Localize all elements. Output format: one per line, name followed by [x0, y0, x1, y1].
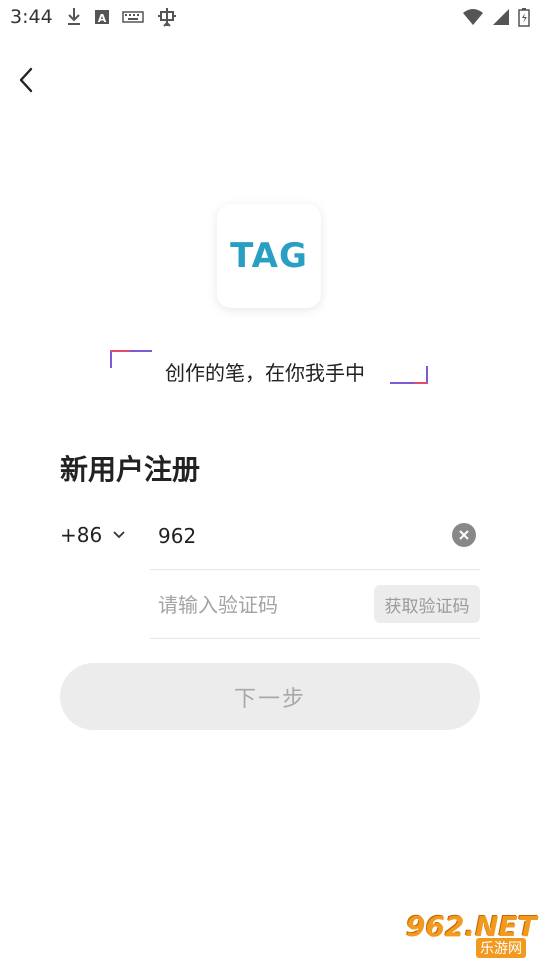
phone-field — [150, 505, 480, 570]
page-title: 新用户注册 — [60, 453, 201, 486]
decorative-bracket-bottom-right — [390, 366, 428, 384]
slogan-block: 创作的笔，在你我手中 — [110, 348, 430, 388]
status-time: 3:44 — [10, 6, 53, 28]
status-bar: 3:44 A — [0, 0, 540, 38]
back-button[interactable] — [10, 62, 42, 98]
signal-icon — [492, 8, 510, 30]
slogan-text: 创作的笔，在你我手中 — [165, 361, 365, 385]
battery-icon — [518, 7, 530, 31]
phone-input[interactable] — [158, 519, 438, 553]
notification-icons: A — [66, 6, 178, 32]
get-code-button[interactable]: 获取验证码 — [374, 585, 480, 623]
chevron-left-icon — [19, 67, 33, 93]
watermark-logo: 962.NET 乐游网 — [400, 910, 537, 958]
country-code: +86 — [60, 523, 103, 547]
font-a-icon: A — [94, 9, 110, 29]
download-icon — [66, 7, 82, 31]
chevron-down-icon — [113, 531, 125, 539]
logo-text: TAG — [230, 236, 308, 276]
bug-icon — [156, 6, 178, 32]
wifi-icon — [462, 8, 484, 30]
next-step-button[interactable]: 下一步 — [60, 663, 480, 730]
system-icons — [462, 7, 530, 31]
country-code-selector[interactable]: +86 — [60, 520, 126, 550]
verification-code-field: 获取验证码 — [150, 570, 480, 639]
watermark-sub-text: 乐游网 — [476, 938, 526, 958]
close-icon — [459, 530, 469, 540]
clear-phone-button[interactable] — [452, 523, 476, 547]
decorative-bracket-top-left — [110, 350, 152, 368]
keyboard-icon — [122, 9, 144, 29]
app-logo: TAG — [217, 204, 321, 308]
verification-code-input[interactable] — [158, 588, 358, 622]
svg-text:A: A — [98, 12, 107, 25]
